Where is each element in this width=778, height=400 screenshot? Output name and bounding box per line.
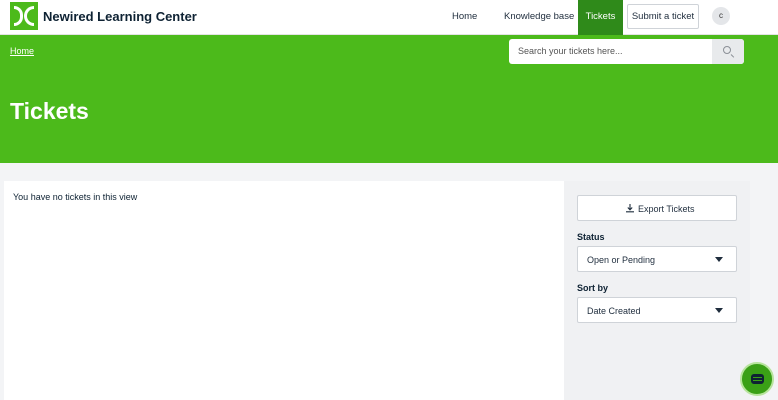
- nav-home-link[interactable]: Home: [452, 0, 477, 34]
- ticket-search[interactable]: Search your tickets here...: [509, 39, 744, 64]
- filter-sidebar: Export Tickets Status Open or Pending So…: [564, 181, 750, 400]
- submit-ticket-button[interactable]: Submit a ticket: [627, 4, 699, 29]
- chat-launcher-button[interactable]: [740, 362, 774, 396]
- download-icon: [626, 204, 634, 213]
- status-label: Status: [577, 232, 605, 242]
- sort-select-value: Date Created: [587, 306, 641, 316]
- nav-knowledge-base-link[interactable]: Knowledge base: [497, 0, 574, 34]
- page-title: Tickets: [10, 98, 89, 124]
- status-select-value: Open or Pending: [587, 255, 656, 265]
- nav-tickets-link[interactable]: Tickets: [578, 0, 623, 35]
- caret-down-icon: [715, 257, 723, 262]
- export-tickets-label: Export Tickets: [638, 204, 695, 214]
- export-tickets-button[interactable]: Export Tickets: [577, 195, 737, 221]
- breadcrumb-home[interactable]: Home: [10, 46, 34, 56]
- brand-name[interactable]: Newired Learning Center: [43, 9, 197, 24]
- status-select[interactable]: Open or Pending: [577, 246, 737, 272]
- sort-label: Sort by: [577, 283, 609, 293]
- logo-icon[interactable]: [10, 2, 38, 30]
- sort-select[interactable]: Date Created: [577, 297, 737, 323]
- tickets-list-panel: You have no tickets in this view: [4, 181, 564, 400]
- hero-banner: Home Search your tickets here... Tickets: [0, 35, 778, 163]
- empty-state-message: You have no tickets in this view: [13, 192, 138, 202]
- top-navbar: Newired Learning Center Home Knowledge b…: [0, 0, 778, 35]
- caret-down-icon: [715, 308, 723, 313]
- search-input[interactable]: Search your tickets here...: [518, 46, 623, 56]
- user-avatar[interactable]: c: [712, 7, 730, 25]
- search-button[interactable]: [712, 39, 744, 64]
- search-icon: [723, 46, 731, 54]
- chat-bubble-icon: [751, 374, 764, 384]
